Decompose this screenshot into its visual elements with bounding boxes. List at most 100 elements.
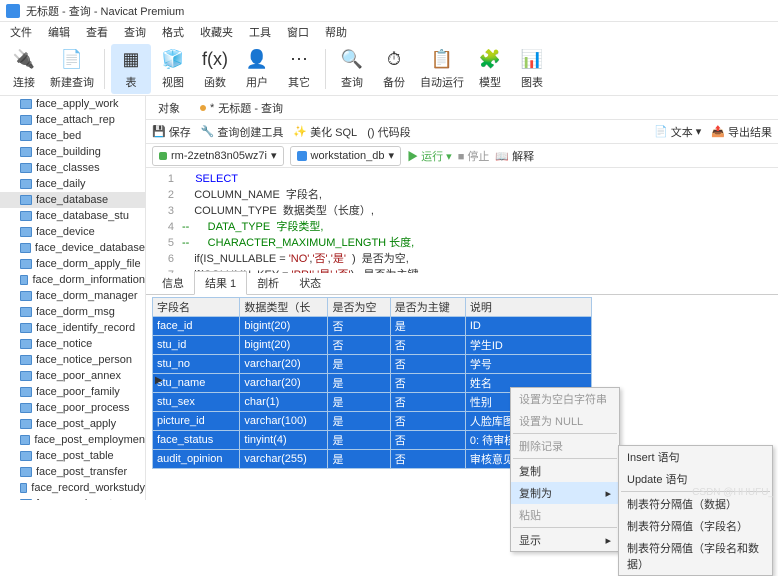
- toolbar-用户[interactable]: 👤用户: [237, 44, 277, 94]
- menu-copy[interactable]: 复制: [511, 460, 619, 482]
- tab-info[interactable]: 信息: [152, 272, 194, 294]
- grid-cell[interactable]: face_id: [153, 317, 240, 336]
- tree-item[interactable]: face_device_database: [0, 240, 145, 256]
- menu-格式[interactable]: 格式: [156, 22, 190, 42]
- menu-paste[interactable]: 粘贴: [511, 504, 619, 526]
- grid-cell[interactable]: stu_no: [153, 355, 240, 374]
- toolbar-模型[interactable]: 🧩模型: [470, 44, 510, 94]
- grid-cell[interactable]: 学生ID: [465, 336, 591, 355]
- grid-cell[interactable]: 否: [328, 317, 390, 336]
- grid-header[interactable]: 说明: [465, 298, 591, 317]
- grid-cell[interactable]: char(1): [240, 393, 328, 412]
- menu-tab-cols[interactable]: 制表符分隔值（字段名）: [619, 515, 772, 537]
- tree-item[interactable]: face_bed: [0, 128, 145, 144]
- menu-帮助[interactable]: 帮助: [319, 22, 353, 42]
- grid-header[interactable]: 是否为空: [328, 298, 390, 317]
- grid-cell[interactable]: audit_opinion: [153, 450, 240, 469]
- grid-cell[interactable]: varchar(20): [240, 374, 328, 393]
- server-select[interactable]: rm-2zetn83n05wz7i ▾: [152, 146, 284, 166]
- toolbar-其它[interactable]: ⋯其它: [279, 44, 319, 94]
- toolbar-备份[interactable]: ⏱备份: [374, 44, 414, 94]
- tree-item[interactable]: face_poor_process: [0, 400, 145, 416]
- grid-cell[interactable]: 否: [390, 412, 465, 431]
- menu-set-blank[interactable]: 设置为空白字符串: [511, 388, 619, 410]
- tree-item[interactable]: face_dorm_manager: [0, 288, 145, 304]
- grid-cell[interactable]: 是: [328, 374, 390, 393]
- menu-display[interactable]: 显示▸: [511, 529, 619, 551]
- tree-item[interactable]: face_post_employmen: [0, 432, 145, 448]
- tree-item[interactable]: face_attach_rep: [0, 112, 145, 128]
- text-button[interactable]: 📄 文本 ▾: [654, 124, 701, 140]
- tree-item[interactable]: face_post_transfer: [0, 464, 145, 480]
- grid-cell[interactable]: 是: [328, 355, 390, 374]
- grid-cell[interactable]: 否: [328, 336, 390, 355]
- tree-item[interactable]: face_record_workstudy: [0, 480, 145, 496]
- grid-cell[interactable]: stu_id: [153, 336, 240, 355]
- grid-cell[interactable]: 否: [390, 355, 465, 374]
- table-row[interactable]: stu_novarchar(20)是否学号: [153, 355, 592, 374]
- sql-editor[interactable]: 1 SELECT 2 COLUMN_NAME 字段名, 3 COLUMN_TYP…: [146, 168, 778, 273]
- database-select[interactable]: workstation_db ▾: [290, 146, 402, 166]
- grid-header[interactable]: 数据类型（长: [240, 298, 328, 317]
- toolbar-自动运行[interactable]: 📋自动运行: [416, 44, 468, 94]
- beautify-button[interactable]: ✨ 美化 SQL: [293, 124, 357, 140]
- table-row[interactable]: stu_idbigint(20)否否学生ID: [153, 336, 592, 355]
- grid-cell[interactable]: varchar(20): [240, 355, 328, 374]
- menu-insert-stmt[interactable]: Insert 语句: [619, 446, 772, 468]
- menu-delete[interactable]: 删除记录: [511, 435, 619, 457]
- grid-cell[interactable]: 是: [328, 450, 390, 469]
- grid-cell[interactable]: bigint(20): [240, 317, 328, 336]
- tab-result[interactable]: 结果 1: [194, 271, 247, 295]
- grid-cell[interactable]: face_status: [153, 431, 240, 450]
- grid-cell[interactable]: ID: [465, 317, 591, 336]
- grid-cell[interactable]: 否: [390, 336, 465, 355]
- grid-cell[interactable]: 否: [390, 393, 465, 412]
- grid-cell[interactable]: 否: [390, 450, 465, 469]
- object-tree[interactable]: face_apply_workface_attach_repface_bedfa…: [0, 96, 146, 500]
- tree-item[interactable]: face_classes: [0, 160, 145, 176]
- toolbar-查询[interactable]: 🔍查询: [332, 44, 372, 94]
- grid-cell[interactable]: 是: [328, 431, 390, 450]
- tree-item[interactable]: face_dorm_information: [0, 272, 145, 288]
- toolbar-连接[interactable]: 🔌连接: [4, 44, 44, 94]
- code-segment-button[interactable]: () 代码段: [367, 124, 410, 140]
- tree-item[interactable]: face_post_apply: [0, 416, 145, 432]
- save-button[interactable]: 💾 保存: [152, 124, 191, 140]
- menu-工具[interactable]: 工具: [243, 22, 277, 42]
- tree-item[interactable]: face_post_table: [0, 448, 145, 464]
- menu-set-null[interactable]: 设置为 NULL: [511, 410, 619, 432]
- table-row[interactable]: face_idbigint(20)否是ID: [153, 317, 592, 336]
- tree-item[interactable]: face_daily: [0, 176, 145, 192]
- tree-item[interactable]: face_database: [0, 192, 145, 208]
- menu-文件[interactable]: 文件: [4, 22, 38, 42]
- tree-item[interactable]: face_dorm_msg: [0, 304, 145, 320]
- menu-tab-both[interactable]: 制表符分隔值（字段名和数据）: [619, 537, 772, 575]
- grid-cell[interactable]: 是: [328, 393, 390, 412]
- grid-cell[interactable]: 否: [390, 431, 465, 450]
- tree-item[interactable]: face_poor_annex: [0, 368, 145, 384]
- grid-cell[interactable]: bigint(20): [240, 336, 328, 355]
- tree-item[interactable]: face_apply_work: [0, 96, 145, 112]
- grid-cell[interactable]: picture_id: [153, 412, 240, 431]
- grid-cell[interactable]: stu_sex: [153, 393, 240, 412]
- grid-cell[interactable]: 否: [390, 374, 465, 393]
- grid-cell[interactable]: varchar(100): [240, 412, 328, 431]
- grid-header[interactable]: 字段名: [153, 298, 240, 317]
- menu-查看[interactable]: 查看: [80, 22, 114, 42]
- tab-profile[interactable]: 剖析: [247, 272, 289, 294]
- tree-item[interactable]: face_database_stu: [0, 208, 145, 224]
- grid-cell[interactable]: 是: [390, 317, 465, 336]
- export-button[interactable]: 📤 导出结果: [711, 124, 772, 140]
- tab-status[interactable]: 状态: [289, 272, 331, 294]
- tree-item[interactable]: face_dorm_apply_file: [0, 256, 145, 272]
- run-button[interactable]: ▶ 运行 ▾: [407, 148, 452, 164]
- tree-item[interactable]: face_identify_record: [0, 320, 145, 336]
- tab-objects[interactable]: 对象: [152, 97, 186, 119]
- grid-cell[interactable]: 是: [328, 412, 390, 431]
- menu-查询[interactable]: 查询: [118, 22, 152, 42]
- toolbar-函数[interactable]: f(x)函数: [195, 44, 235, 94]
- grid-cell[interactable]: stu_name: [153, 374, 240, 393]
- menu-copy-as[interactable]: 复制为▸: [511, 482, 619, 504]
- tree-item[interactable]: face_notice: [0, 336, 145, 352]
- grid-cell[interactable]: tinyint(4): [240, 431, 328, 450]
